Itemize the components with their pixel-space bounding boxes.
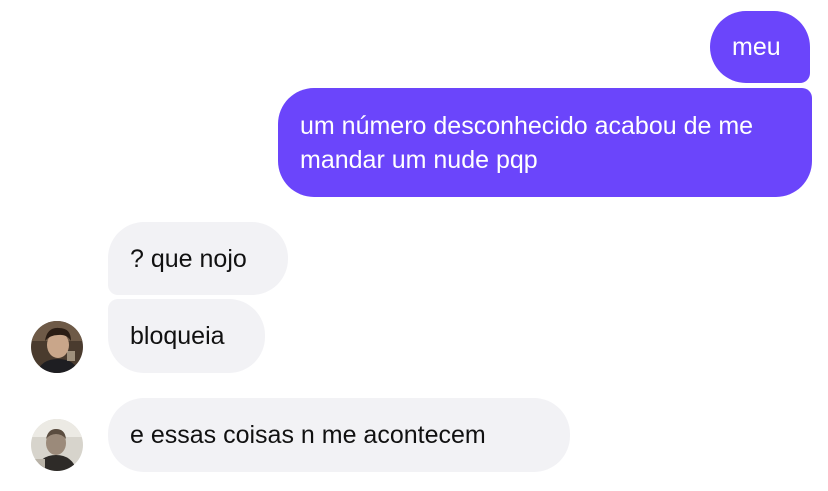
profile-photo-icon	[31, 419, 83, 471]
contact-avatar[interactable]	[31, 419, 83, 471]
profile-photo-icon	[31, 321, 83, 373]
message-bubble-received[interactable]: e essas coisas n me acontecem	[108, 398, 570, 472]
message-text: bloqueia	[130, 322, 225, 350]
message-bubble-sent[interactable]: meu	[710, 11, 810, 83]
message-text-line: um número desconhecido acabou de me	[300, 112, 754, 140]
message-text-line: mandar um nude pqp	[300, 146, 538, 174]
message-text: ? que nojo	[130, 245, 247, 273]
chat-thread: { "messages": [ {"sender": "me", "text":…	[0, 0, 828, 491]
contact-avatar[interactable]	[31, 321, 83, 373]
message-text: meu	[732, 33, 781, 61]
message-bubble-sent[interactable]: um número desconhecido acabou de me mand…	[278, 88, 812, 197]
message-text: e essas coisas n me acontecem	[130, 421, 486, 449]
message-bubble-received[interactable]: bloqueia	[108, 299, 265, 373]
message-bubble-received[interactable]: ? que nojo	[108, 222, 288, 295]
